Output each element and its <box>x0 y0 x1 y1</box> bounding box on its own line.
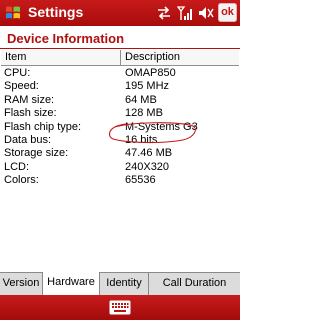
page-title: Device Information <box>7 31 125 46</box>
keyboard-icon[interactable] <box>107 298 133 317</box>
table-row[interactable]: RAM size: 64 MB <box>1 94 239 107</box>
speaker-icon[interactable] <box>198 6 214 20</box>
table-row[interactable]: Flash size: 128 MB <box>1 107 239 120</box>
tab-call-duration[interactable]: Call Duration <box>149 273 240 295</box>
description-cell: 65536 <box>125 174 156 187</box>
sync-icon[interactable] <box>156 6 172 20</box>
heading-divider <box>0 48 240 49</box>
table-rows: CPU: OMAP850 Speed: 195 MHz RAM size: 64… <box>1 67 239 188</box>
window-title: Settings <box>28 4 84 20</box>
start-menu-windows-icon[interactable] <box>3 3 23 23</box>
tab-bar: Version Hardware Identity Call Duration <box>0 272 240 295</box>
column-header-item[interactable]: Item <box>5 51 26 63</box>
item-cell: Flash chip type: <box>4 120 82 133</box>
tab-version[interactable]: Version <box>0 273 43 295</box>
ok-button[interactable]: ok <box>218 3 237 22</box>
column-header-description[interactable]: Description <box>125 51 180 63</box>
item-cell: RAM size: <box>4 93 55 106</box>
table-header: Item Description <box>1 50 239 66</box>
table-row[interactable]: LCD: 240X320 <box>1 161 239 174</box>
description-cell: OMAP850 <box>125 67 176 79</box>
description-cell: 128 MB <box>125 107 163 120</box>
command-bar <box>0 295 240 320</box>
item-cell: Colors: <box>4 174 39 187</box>
description-cell: 195 MHz <box>125 80 170 93</box>
signal-icon[interactable] <box>177 5 193 21</box>
title-bar: Settings ok <box>0 0 240 26</box>
tab-hardware[interactable]: Hardware <box>43 272 100 295</box>
status-icons <box>156 3 214 23</box>
table-row[interactable]: Storage size: 47.46 MB <box>1 147 239 160</box>
table-row[interactable]: Flash chip type: M-Systems G3 <box>1 121 239 134</box>
column-divider[interactable] <box>120 50 121 66</box>
description-cell: 16 bits <box>125 133 158 146</box>
table-row[interactable]: Colors: 65536 <box>1 174 239 187</box>
tab-identity[interactable]: Identity <box>100 273 149 295</box>
description-cell: 47.46 MB <box>125 147 173 160</box>
description-cell: M-Systems G3 <box>125 120 198 133</box>
table-row[interactable]: Speed: 195 MHz <box>1 80 239 93</box>
settings-screen: Settings ok Device Information Item Desc… <box>0 0 240 320</box>
table-row[interactable]: Data bus: 16 bits <box>1 134 239 147</box>
table-row[interactable]: CPU: OMAP850 <box>1 67 239 80</box>
device-info-table: Item Description CPU: OMAP850 Speed: 195… <box>1 50 239 266</box>
description-cell: 64 MB <box>125 93 157 106</box>
item-cell: LCD: <box>4 160 30 173</box>
item-cell: CPU: <box>4 67 31 79</box>
item-cell: Flash size: <box>4 107 57 120</box>
item-cell: Data bus: <box>4 133 52 146</box>
description-cell: 240X320 <box>125 160 170 173</box>
item-cell: Speed: <box>4 80 39 93</box>
item-cell: Storage size: <box>4 147 69 160</box>
